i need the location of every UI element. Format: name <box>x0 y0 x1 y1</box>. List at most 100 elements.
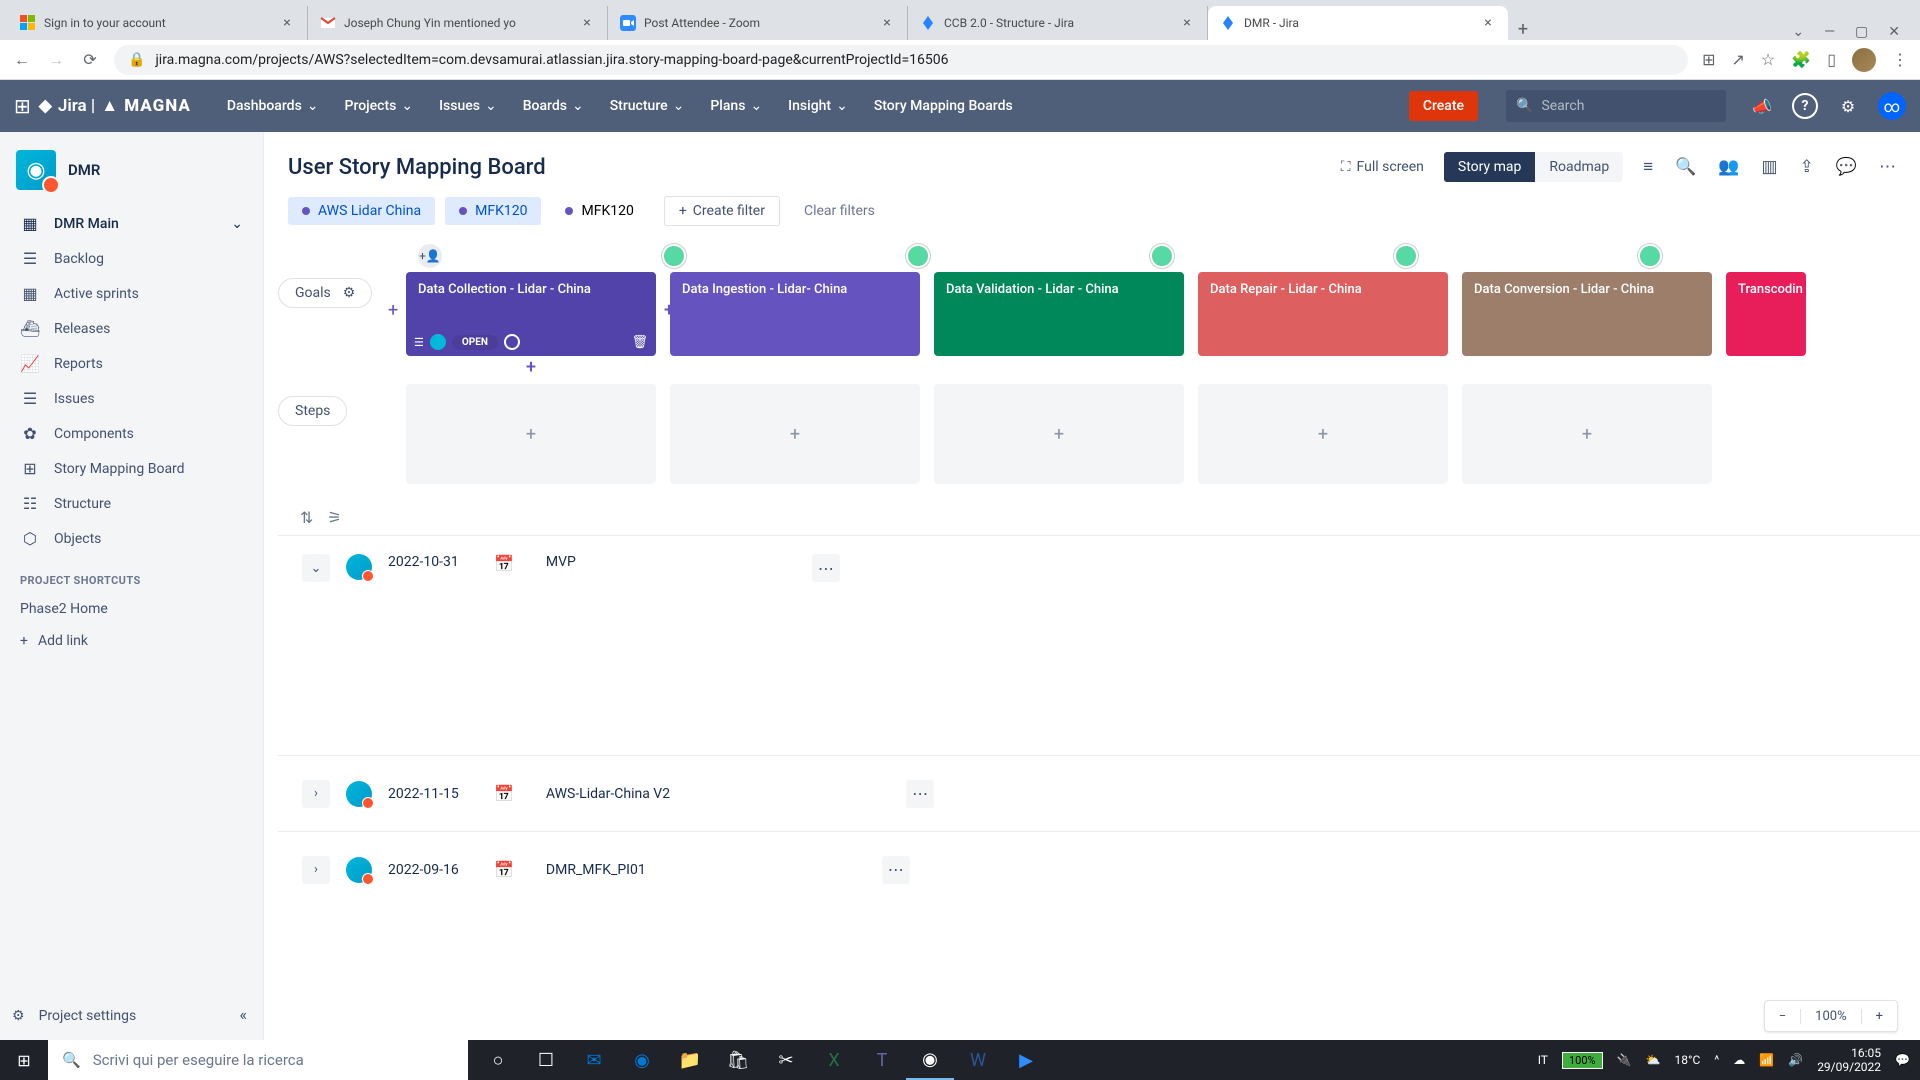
lane-goals[interactable]: Goals⚙ <box>278 278 372 308</box>
add-below-icon[interactable]: + <box>526 357 536 378</box>
calendar-icon[interactable]: 📅 <box>494 784 514 803</box>
notifications-icon[interactable]: 💬 <box>1895 1053 1910 1067</box>
export-icon[interactable]: ⇪ <box>1800 157 1814 177</box>
jira-logo[interactable]: ◆Jira | ▲ MAGNA <box>39 96 191 116</box>
add-step-placeholder[interactable]: + <box>934 384 1184 484</box>
browser-tab[interactable]: Sign in to your account × <box>8 6 308 40</box>
wifi-icon[interactable]: 📶 <box>1759 1053 1774 1067</box>
people-icon[interactable]: 👥 <box>1718 157 1739 177</box>
filter-icon[interactable]: ⚞ <box>327 508 341 527</box>
nav-insight[interactable]: Insight ⌄ <box>778 92 858 120</box>
edge-icon[interactable]: ◉ <box>618 1040 666 1080</box>
taskbar-search[interactable]: 🔍 Scrivi qui per eseguire la ricerca <box>48 1040 468 1080</box>
bookmark-icon[interactable]: ☆ <box>1761 50 1775 69</box>
battery-indicator[interactable]: 100% <box>1562 1052 1603 1069</box>
sidebar-item-reports[interactable]: 📈Reports <box>8 346 255 381</box>
reading-list-icon[interactable]: ▯ <box>1827 50 1836 69</box>
browser-tab-active[interactable]: DMR - Jira × <box>1208 6 1508 40</box>
sidebar-item-storymap[interactable]: ⊞Story Mapping Board <box>8 451 255 486</box>
search-icon[interactable]: 🔍 <box>1675 157 1696 177</box>
goal-card[interactable]: Data Collection - Lidar - China ☰ OPEN 🗑… <box>406 272 656 356</box>
close-icon[interactable]: × <box>1179 15 1195 31</box>
release-date[interactable]: 2022-09-16 <box>388 862 478 878</box>
lane-steps[interactable]: Steps <box>278 396 347 426</box>
translate-icon[interactable]: ⊞ <box>1702 50 1715 69</box>
release-name[interactable]: DMR_MFK_PI01 <box>546 862 646 878</box>
close-icon[interactable]: × <box>279 15 295 31</box>
zoom-icon[interactable]: ▶ <box>1002 1040 1050 1080</box>
collapse-toggle[interactable]: ⌄ <box>302 554 330 582</box>
release-date[interactable]: 2022-11-15 <box>388 786 478 802</box>
copilot-icon[interactable]: ∞ <box>1878 92 1906 120</box>
share-icon[interactable]: ↗ <box>1732 50 1745 69</box>
add-step-placeholder[interactable]: + <box>1462 384 1712 484</box>
feedback-icon[interactable]: 📣 <box>1746 90 1778 122</box>
calendar-icon[interactable]: 📅 <box>494 860 514 879</box>
profile-avatar[interactable] <box>1852 48 1876 72</box>
filter-chip[interactable]: AWS Lidar China <box>288 197 435 225</box>
assignee-avatar[interactable] <box>906 244 930 268</box>
link-icon[interactable] <box>430 334 446 350</box>
add-step-placeholder[interactable]: + <box>406 384 656 484</box>
add-step-placeholder[interactable]: + <box>670 384 920 484</box>
temperature[interactable]: 18°C <box>1674 1053 1700 1067</box>
search-input[interactable]: 🔍 Search <box>1506 90 1726 122</box>
clear-filters-button[interactable]: Clear filters <box>804 203 875 219</box>
close-icon[interactable]: × <box>879 15 895 31</box>
assignee-avatar[interactable] <box>662 244 686 268</box>
maximize-icon[interactable]: ▢ <box>1855 24 1868 40</box>
outlook-icon[interactable]: ✉ <box>570 1040 618 1080</box>
nav-structure[interactable]: Structure ⌄ <box>600 92 695 120</box>
columns-icon[interactable]: ▥ <box>1762 157 1778 177</box>
nav-plans[interactable]: Plans ⌄ <box>700 92 772 120</box>
close-icon[interactable]: × <box>1480 15 1496 31</box>
zoom-out-button[interactable]: − <box>1765 1009 1800 1024</box>
weather-icon[interactable]: ⛅ <box>1646 1053 1661 1067</box>
app-switcher-icon[interactable]: ⊞ <box>14 94 31 118</box>
release-more-icon[interactable]: ⋯ <box>882 856 910 884</box>
goal-card[interactable]: Data Ingestion - Lidar- China <box>670 272 920 356</box>
clock[interactable]: 16:05 29/09/2022 <box>1817 1046 1881 1075</box>
filter-icon[interactable]: ⚙ <box>343 285 356 301</box>
goal-card[interactable]: Transcodin <box>1726 272 1806 356</box>
sidebar-item-sprints[interactable]: ▦Active sprints <box>8 276 255 311</box>
excel-icon[interactable]: X <box>810 1040 858 1080</box>
forward-button[interactable]: → <box>46 50 66 70</box>
add-step-placeholder[interactable]: + <box>1198 384 1448 484</box>
start-button[interactable]: ⊞ <box>0 1051 48 1070</box>
goal-card[interactable]: Data Conversion - Lidar - China <box>1462 272 1712 356</box>
kebab-icon[interactable]: ⋮ <box>1892 50 1908 69</box>
nav-dashboards[interactable]: Dashboards ⌄ <box>217 92 329 120</box>
store-icon[interactable]: 🛍 <box>714 1040 762 1080</box>
zoom-in-button[interactable]: + <box>1861 1009 1897 1024</box>
sidebar-item-structure[interactable]: ☷Structure <box>8 486 255 521</box>
collapse-toggle[interactable]: › <box>302 780 330 808</box>
reload-button[interactable]: ⟳ <box>80 50 100 69</box>
release-more-icon[interactable]: ⋯ <box>812 554 840 582</box>
expand-all-icon[interactable]: ⇅ <box>300 508 313 527</box>
nav-story-mapping[interactable]: Story Mapping Boards <box>864 92 1023 120</box>
nav-issues[interactable]: Issues ⌄ <box>429 92 507 120</box>
tab-roadmap[interactable]: Roadmap <box>1535 152 1623 182</box>
power-icon[interactable]: 🔌 <box>1617 1053 1632 1067</box>
add-link-button[interactable]: +Add link <box>8 625 255 657</box>
goal-card[interactable]: Data Validation - Lidar - China <box>934 272 1184 356</box>
back-button[interactable]: ← <box>12 50 32 70</box>
chat-icon[interactable]: 💬 <box>1836 157 1857 177</box>
sidebar-item-objects[interactable]: ⬡Objects <box>8 521 255 556</box>
board-canvas[interactable]: Goals⚙ Steps +👤 + Data Collection - Lida… <box>264 236 1920 1040</box>
assignee-avatar[interactable] <box>1150 244 1174 268</box>
more-icon[interactable]: ⋯ <box>1879 157 1896 177</box>
add-goal-left-icon[interactable]: + <box>388 300 398 321</box>
close-window-icon[interactable]: ✕ <box>1888 24 1900 40</box>
release-date[interactable]: 2022-10-31 <box>388 554 478 570</box>
explorer-icon[interactable]: 📁 <box>666 1040 714 1080</box>
create-filter-button[interactable]: +Create filter <box>664 196 780 226</box>
goal-card[interactable]: Data Repair - Lidar - China <box>1198 272 1448 356</box>
shortcut-link[interactable]: Phase2 Home <box>8 593 255 625</box>
sidebar-main-toggle[interactable]: ▦DMR Main ⌄ <box>8 206 255 241</box>
browser-tab[interactable]: Post Attendee - Zoom × <box>608 6 908 40</box>
snip-icon[interactable]: ✂ <box>762 1040 810 1080</box>
language-indicator[interactable]: IT <box>1538 1053 1548 1067</box>
address-bar[interactable]: 🔒 jira.magna.com/projects/AWS?selectedIt… <box>114 45 1688 75</box>
